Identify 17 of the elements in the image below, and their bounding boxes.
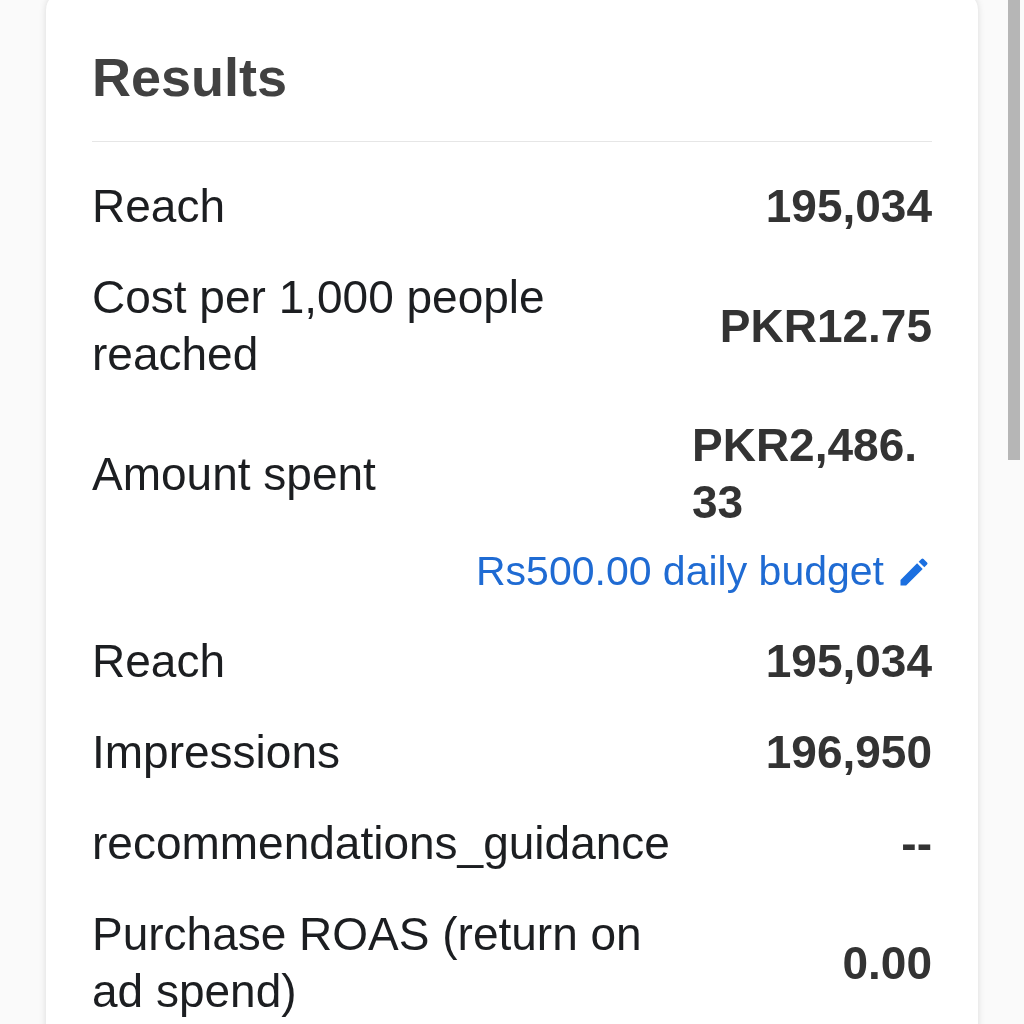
metric-label: Impressions <box>92 725 340 780</box>
metric-value: 195,034 <box>765 634 932 689</box>
metric-value: 195,034 <box>765 179 932 234</box>
metric-label: Amount spent <box>92 446 376 502</box>
metric-label: recommendations_guidance <box>92 816 670 871</box>
metric-value: PKR12.75 <box>719 298 932 354</box>
metric-label: Reach <box>92 634 225 689</box>
metric-value: 196,950 <box>765 725 932 780</box>
card-title: Results <box>92 46 289 109</box>
metric-label: Cost per 1,000 people reached <box>92 270 546 382</box>
scrollbar-thumb[interactable] <box>1008 0 1020 460</box>
budget-edit-link[interactable]: Rs500.00 daily budget <box>475 548 932 595</box>
metric-value: PKR2,486.33 <box>692 418 918 530</box>
metric-value: -- <box>901 816 932 871</box>
metric-label: Purchase ROAS (return on ad spend) <box>92 907 643 1019</box>
metric-value: 0.00 <box>842 935 932 991</box>
metric-label: Reach <box>92 179 225 234</box>
